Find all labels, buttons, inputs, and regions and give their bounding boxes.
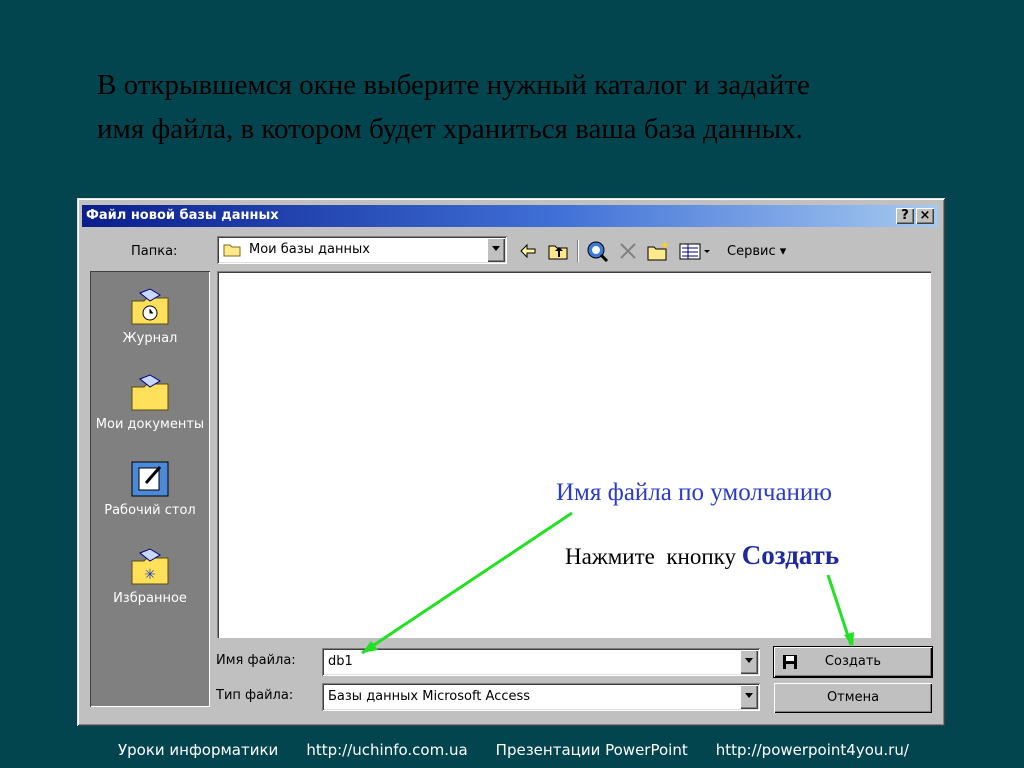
create-button[interactable]: Создать bbox=[773, 646, 933, 678]
new-folder-icon[interactable] bbox=[647, 240, 671, 262]
filename-label: Имя файла: bbox=[216, 653, 296, 668]
slide-footer: Уроки информатики http://uchinfo.com.ua Пр… bbox=[118, 741, 937, 759]
place-history[interactable]: Журнал bbox=[90, 287, 210, 346]
filetype-label: Тип файла: bbox=[216, 688, 294, 703]
place-label: Рабочий стол bbox=[104, 503, 196, 518]
place-label: Мои документы bbox=[95, 417, 205, 432]
folder-dropdown-button[interactable] bbox=[487, 238, 505, 262]
place-label: Избранное bbox=[113, 591, 187, 606]
slide-instruction: В открывшемся окне выберите нужный катал… bbox=[97, 63, 957, 151]
tools-menu[interactable]: Сервис ▾ bbox=[727, 244, 786, 259]
footer-right-text: Презентации PowerPoint bbox=[495, 741, 688, 759]
folder-value: Мои базы данных bbox=[249, 242, 370, 257]
svg-text:✳: ✳ bbox=[144, 567, 156, 583]
dialog-title: Файл новой базы данных bbox=[86, 208, 279, 223]
instruction-line-1: В открывшемся окне выберите нужный катал… bbox=[97, 69, 810, 101]
filetype-select[interactable]: Базы данных Microsoft Access bbox=[322, 683, 760, 711]
filetype-dropdown-button[interactable] bbox=[740, 685, 758, 709]
dialog-titlebar: Файл новой базы данных ? × bbox=[82, 205, 938, 227]
footer-left-url[interactable]: http://uchinfo.com.ua bbox=[306, 741, 467, 759]
desktop-icon bbox=[131, 461, 169, 497]
tools-label: Сервис bbox=[727, 244, 776, 259]
filename-dropdown-button[interactable] bbox=[740, 650, 758, 674]
cancel-button[interactable]: Отмена bbox=[774, 683, 932, 713]
search-web-icon[interactable] bbox=[585, 240, 609, 262]
back-arrow-icon[interactable] bbox=[517, 240, 539, 262]
places-bar: Журнал Мои документы Рабочий стол ✳ Избр… bbox=[90, 271, 210, 707]
filename-input[interactable]: db1 bbox=[322, 648, 760, 676]
favorites-folder-icon: ✳ bbox=[131, 548, 169, 585]
filename-value: db1 bbox=[328, 654, 353, 669]
folder-combo[interactable]: Мои базы данных bbox=[217, 236, 507, 264]
cancel-button-label: Отмена bbox=[826, 690, 880, 705]
folder-icon bbox=[223, 244, 241, 257]
place-favorites[interactable]: ✳ Избранное bbox=[90, 547, 210, 606]
press-create-note: Нажмите кнопку Создать bbox=[565, 540, 839, 571]
save-disk-icon bbox=[783, 655, 797, 669]
close-button[interactable]: × bbox=[916, 208, 934, 224]
place-label: Журнал bbox=[122, 331, 178, 346]
help-button[interactable]: ? bbox=[896, 208, 914, 224]
create-button-label: Создать bbox=[824, 654, 882, 669]
footer-right-url[interactable]: http://powerpoint4you.ru/ bbox=[716, 741, 909, 759]
up-folder-icon[interactable] bbox=[547, 240, 569, 262]
footer-left-text: Уроки информатики bbox=[118, 741, 279, 759]
press-prefix: Нажмите кнопку bbox=[565, 544, 742, 569]
file-list[interactable] bbox=[217, 271, 931, 638]
press-button-word: Создать bbox=[741, 540, 840, 570]
my-documents-folder-icon bbox=[131, 374, 169, 411]
place-my-documents[interactable]: Мои документы bbox=[90, 373, 210, 432]
views-icon[interactable] bbox=[679, 240, 713, 262]
filetype-value: Базы данных Microsoft Access bbox=[328, 689, 531, 704]
history-folder-icon bbox=[131, 288, 169, 325]
instruction-line-2: имя файла, в котором будет храниться ваш… bbox=[97, 113, 803, 145]
delete-icon[interactable] bbox=[617, 240, 639, 262]
place-desktop[interactable]: Рабочий стол bbox=[90, 459, 210, 518]
folder-label: Папка: bbox=[131, 244, 178, 259]
default-filename-note: Имя файла по умолчанию bbox=[556, 479, 832, 506]
new-database-dialog: Файл новой базы данных ? × Папка: Мои ба… bbox=[77, 198, 945, 726]
